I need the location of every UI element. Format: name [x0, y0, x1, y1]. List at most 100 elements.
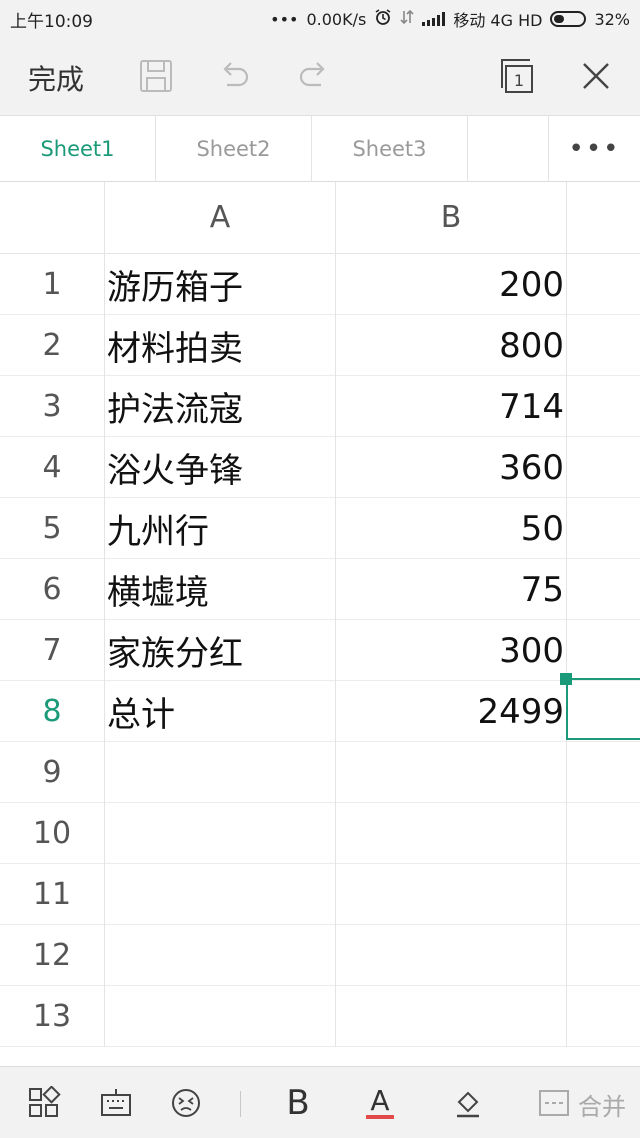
- cell-b[interactable]: 50: [336, 498, 567, 559]
- close-icon[interactable]: [576, 56, 616, 96]
- cell-a[interactable]: [105, 864, 336, 925]
- cell-b[interactable]: 75: [336, 559, 567, 620]
- cell-c[interactable]: [567, 498, 640, 559]
- cell-b[interactable]: 2499: [336, 681, 567, 742]
- cell-b[interactable]: [336, 803, 567, 864]
- row-number[interactable]: 2: [0, 315, 105, 376]
- row-number[interactable]: 1: [0, 254, 105, 315]
- row-number[interactable]: 11: [0, 864, 105, 925]
- row-number[interactable]: 4: [0, 437, 105, 498]
- tab-sheet1[interactable]: Sheet1: [0, 116, 156, 182]
- cell-selection[interactable]: [566, 678, 640, 740]
- cell-b[interactable]: [336, 986, 567, 1047]
- spreadsheet-grid: A B 1 游历箱子 200 2 材料拍卖 800 3 护法流寇 714 4 浴火争锋 360 5 九州行…: [0, 182, 640, 1066]
- page-count-icon[interactable]: 1: [498, 56, 538, 96]
- cell-c[interactable]: [567, 742, 640, 803]
- row-number[interactable]: 3: [0, 376, 105, 437]
- cell-a[interactable]: [105, 742, 336, 803]
- cell-a[interactable]: 护法流寇: [105, 376, 336, 437]
- cell-b[interactable]: 300: [336, 620, 567, 681]
- cell-c[interactable]: [567, 315, 640, 376]
- cell-a[interactable]: 横墟境: [105, 559, 336, 620]
- status-bar: 上午10:09 ••• 0.00K/s 移动 4G HD 32%: [0, 0, 640, 38]
- page-count: 1: [514, 71, 524, 90]
- cell-c[interactable]: [567, 986, 640, 1047]
- row-number[interactable]: 6: [0, 559, 105, 620]
- cell-b[interactable]: 360: [336, 437, 567, 498]
- cell-a[interactable]: [105, 803, 336, 864]
- table-row: 12: [0, 925, 640, 986]
- battery-icon: [550, 11, 587, 27]
- font-color-label: A: [366, 1087, 394, 1119]
- table-row: 3 护法流寇 714: [0, 376, 640, 437]
- table-row: 8 总计 2499: [0, 681, 640, 742]
- cell-a[interactable]: 家族分红: [105, 620, 336, 681]
- status-battery-percent: 32%: [594, 9, 630, 29]
- cell-a[interactable]: 总计: [105, 681, 336, 742]
- column-header-b[interactable]: B: [336, 182, 567, 254]
- data-transfer-icon: [400, 9, 414, 29]
- sheet-tabs: Sheet1 Sheet2 Sheet3 •••: [0, 116, 640, 182]
- redo-icon[interactable]: [294, 56, 334, 96]
- cell-c[interactable]: [567, 925, 640, 986]
- cell-a[interactable]: [105, 925, 336, 986]
- tab-sheet3[interactable]: Sheet3: [312, 116, 468, 182]
- cell-c[interactable]: [567, 864, 640, 925]
- row-number[interactable]: 13: [0, 986, 105, 1047]
- row-number[interactable]: 7: [0, 620, 105, 681]
- column-header-a[interactable]: A: [105, 182, 336, 254]
- status-net-speed: 0.00K/s: [306, 9, 367, 29]
- more-sheets-button[interactable]: •••: [548, 116, 640, 182]
- merge-cells-label[interactable]: 合并: [578, 1087, 626, 1122]
- table-row: 9: [0, 742, 640, 803]
- done-button[interactable]: 完成: [28, 58, 84, 98]
- status-carrier: 移动 4G HD: [453, 11, 543, 30]
- cell-c[interactable]: [567, 803, 640, 864]
- cell-c[interactable]: [567, 254, 640, 315]
- fill-color-icon[interactable]: [448, 1081, 488, 1125]
- status-time: 上午10:09: [10, 11, 93, 32]
- keyboard-icon[interactable]: [96, 1081, 136, 1125]
- cell-a[interactable]: [105, 986, 336, 1047]
- status-indicators: ••• 0.00K/s 移动 4G HD 32%: [270, 7, 630, 31]
- table-row: 4 浴火争锋 360: [0, 437, 640, 498]
- cell-b[interactable]: 800: [336, 315, 567, 376]
- undo-icon[interactable]: [214, 56, 254, 96]
- row-number[interactable]: 12: [0, 925, 105, 986]
- cell-a[interactable]: 游历箱子: [105, 254, 336, 315]
- cell-a[interactable]: 材料拍卖: [105, 315, 336, 376]
- save-icon[interactable]: [136, 56, 176, 96]
- bottom-toolbar: B A 合并: [0, 1066, 640, 1138]
- row-number[interactable]: 8: [0, 681, 105, 742]
- cell-b[interactable]: [336, 925, 567, 986]
- cell-a[interactable]: 浴火争锋: [105, 437, 336, 498]
- cell-b[interactable]: [336, 742, 567, 803]
- row-number[interactable]: 9: [0, 742, 105, 803]
- alarm-icon: [374, 8, 392, 30]
- apps-grid-icon[interactable]: [24, 1081, 64, 1125]
- font-color-button[interactable]: A: [360, 1081, 400, 1125]
- cell-c[interactable]: [567, 376, 640, 437]
- cell-c[interactable]: [567, 437, 640, 498]
- row-number[interactable]: 10: [0, 803, 105, 864]
- table-row: 5 九州行 50: [0, 498, 640, 559]
- table-row: 2 材料拍卖 800: [0, 315, 640, 376]
- bold-button[interactable]: B: [278, 1081, 318, 1125]
- cell-b[interactable]: [336, 864, 567, 925]
- merge-cells-icon[interactable]: [534, 1081, 574, 1125]
- tab-sheet2[interactable]: Sheet2: [156, 116, 312, 182]
- cell-b[interactable]: 200: [336, 254, 567, 315]
- table-row: 6 横墟境 75: [0, 559, 640, 620]
- corner-header[interactable]: [0, 182, 105, 254]
- selection-handle[interactable]: [560, 673, 572, 685]
- cell-a[interactable]: 九州行: [105, 498, 336, 559]
- cell-c[interactable]: [567, 620, 640, 681]
- row-number[interactable]: 5: [0, 498, 105, 559]
- cell-c[interactable]: [567, 559, 640, 620]
- column-header-c[interactable]: [567, 182, 640, 254]
- toolbar-separator: [240, 1091, 241, 1117]
- table-row: 11: [0, 864, 640, 925]
- emoji-icon[interactable]: [166, 1081, 206, 1125]
- table-row: 7 家族分红 300: [0, 620, 640, 681]
- cell-b[interactable]: 714: [336, 376, 567, 437]
